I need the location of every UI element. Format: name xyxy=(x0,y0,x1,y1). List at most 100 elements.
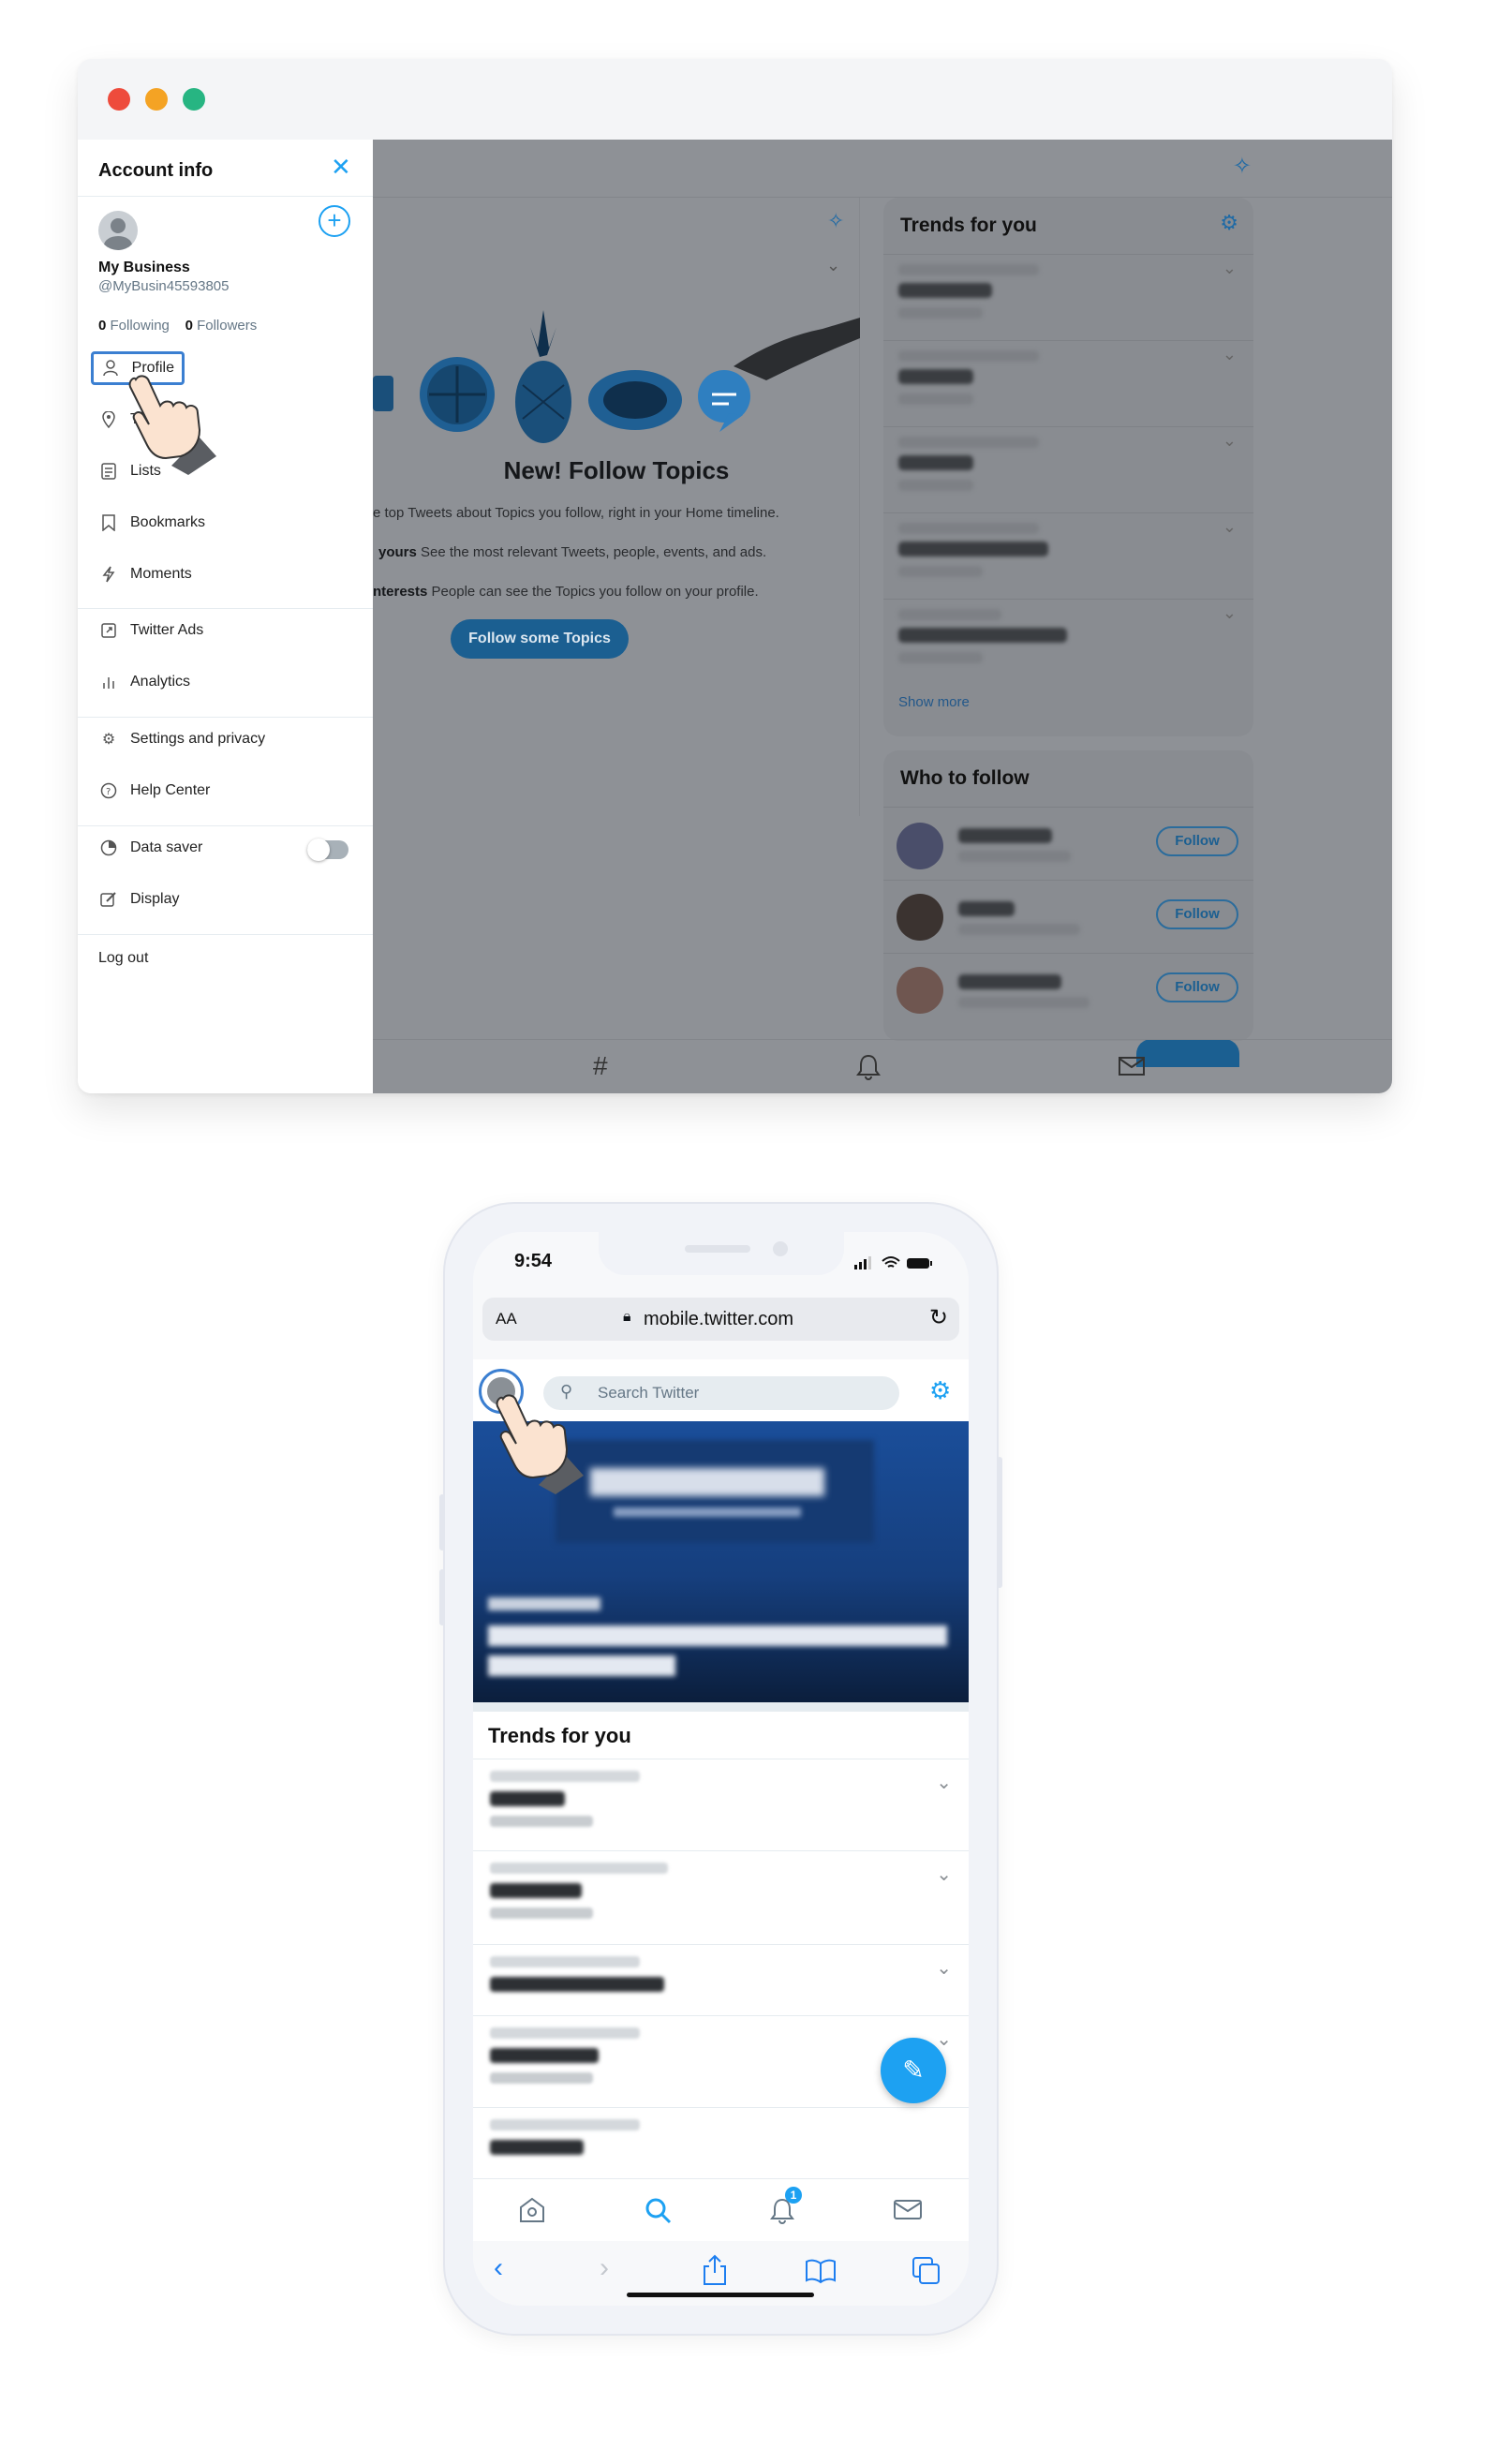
top-bar: ✧ xyxy=(373,140,1392,198)
power-button xyxy=(997,1457,1002,1588)
maximize-window-dot[interactable] xyxy=(183,88,205,111)
volume-button xyxy=(439,1569,445,1625)
chevron-down-icon[interactable]: ⌄ xyxy=(936,1771,952,1794)
sidebar-item-display[interactable]: Display xyxy=(98,883,179,916)
close-icon[interactable]: ✕ xyxy=(331,153,351,182)
display-icon xyxy=(98,889,119,910)
search-placeholder: Search Twitter xyxy=(598,1384,700,1402)
topics-feed: ✧ ⌄ New! Follow Topics e top Tweets abou… xyxy=(373,198,860,816)
sparkle-icon[interactable]: ✧ xyxy=(1233,153,1252,180)
lightning-icon xyxy=(98,564,119,585)
sparkle-icon[interactable]: ✧ xyxy=(827,209,844,233)
trend-item[interactable]: ⌄ xyxy=(883,426,1253,512)
search-icon[interactable] xyxy=(644,2196,672,2224)
gear-icon[interactable]: ⚙ xyxy=(929,1376,951,1405)
sidebar-item-help-center[interactable]: ? Help Center xyxy=(98,774,210,808)
trend-item[interactable]: ⌄ xyxy=(883,512,1253,599)
trend-item[interactable]: ⌄ xyxy=(473,1945,969,2016)
following-link[interactable]: Following xyxy=(111,318,170,334)
show-more-link[interactable]: Show more xyxy=(898,694,970,710)
sidebar-item-bookmarks[interactable]: Bookmarks xyxy=(98,506,205,540)
gear-icon: ⚙ xyxy=(101,732,116,748)
suggested-user[interactable]: Follow xyxy=(883,953,1253,1026)
chevron-down-icon[interactable]: ⌄ xyxy=(1223,603,1237,623)
gear-icon[interactable]: ⚙ xyxy=(1220,211,1238,235)
avatar xyxy=(897,967,943,1014)
trends-title: Trends for you xyxy=(900,215,1037,236)
list-icon xyxy=(98,461,119,482)
follow-button[interactable]: Follow xyxy=(1156,826,1238,856)
text-size-button[interactable]: AA xyxy=(496,1310,517,1328)
sidebar-item-data-saver[interactable]: Data saver xyxy=(98,831,202,865)
follow-button[interactable]: Follow xyxy=(1156,972,1238,1002)
svg-text:?: ? xyxy=(106,787,111,797)
person-icon xyxy=(101,358,121,379)
suggested-user[interactable]: Follow xyxy=(883,807,1253,880)
topics-title: New! Follow Topics xyxy=(503,456,730,484)
trend-item[interactable]: ⌄ xyxy=(473,1759,969,1851)
followers-link[interactable]: Followers xyxy=(197,318,257,334)
user-handle: @MyBusin45593805 xyxy=(98,278,230,294)
url-text[interactable]: mobile.twitter.com xyxy=(644,1309,793,1330)
avatar[interactable] xyxy=(98,211,138,250)
chevron-down-icon[interactable]: ⌄ xyxy=(1223,517,1237,537)
chevron-down-icon[interactable]: ⌄ xyxy=(936,1863,952,1886)
desktop-browser-window: ✧ ✧ ⌄ New! Follow Topics e top Tweets ab… xyxy=(78,59,1392,1093)
sidebar-item-moments[interactable]: Moments xyxy=(98,557,192,591)
trend-item[interactable]: ⌄ xyxy=(883,599,1253,685)
add-account-icon[interactable]: + xyxy=(319,205,350,237)
share-icon[interactable] xyxy=(702,2254,728,2286)
chevron-down-icon[interactable]: ⌄ xyxy=(826,256,840,275)
mail-icon[interactable] xyxy=(893,2198,923,2222)
compose-tweet-button[interactable]: ✎ xyxy=(881,2038,946,2103)
address-bar[interactable]: AA 🔒︎ mobile.twitter.com ↻ xyxy=(482,1298,959,1341)
chevron-down-icon[interactable]: ⌄ xyxy=(936,1956,952,1980)
external-icon xyxy=(98,620,119,641)
suggested-user[interactable]: Follow xyxy=(883,880,1253,953)
pointing-hand-icon xyxy=(496,1394,584,1494)
twitter-tab-bar: 1 xyxy=(473,2179,969,2241)
hashtag-icon[interactable]: # xyxy=(593,1051,608,1081)
who-to-follow-card: Who to follow Follow Follow Follow xyxy=(883,750,1253,1041)
status-time: 9:54 xyxy=(514,1251,553,1271)
follow-counts: 0 Following 0 Followers xyxy=(98,318,258,334)
trends-card: Trends for you ⚙ ⌄ ⌄ ⌄ ⌄ ⌄ Show more xyxy=(883,198,1253,736)
trend-item[interactable]: ⌄ xyxy=(883,254,1253,340)
mail-icon[interactable] xyxy=(1118,1055,1146,1077)
minimize-window-dot[interactable] xyxy=(145,88,168,111)
reload-icon[interactable]: ↻ xyxy=(929,1304,948,1331)
phone-mockup: 9:54 AA 🔒︎ mobile.twitter.com ↻ ⚲ Search… xyxy=(439,1202,1002,2336)
chevron-down-icon[interactable]: ⌄ xyxy=(1223,259,1237,278)
trends-title: Trends for you xyxy=(488,1724,631,1747)
pointing-hand-icon xyxy=(128,375,216,475)
data-saver-toggle[interactable] xyxy=(307,839,348,861)
chevron-down-icon[interactable]: ⌄ xyxy=(1223,431,1237,451)
forward-icon[interactable]: › xyxy=(600,2252,609,2284)
sidebar-item-twitter-ads[interactable]: Twitter Ads xyxy=(98,614,203,647)
close-window-dot[interactable] xyxy=(108,88,130,111)
trend-item[interactable]: ⌄ xyxy=(883,340,1253,426)
follow-some-topics-button[interactable]: Follow some Topics xyxy=(451,619,629,659)
chevron-down-icon[interactable]: ⌄ xyxy=(936,2027,952,2051)
search-input[interactable]: ⚲ Search Twitter xyxy=(543,1376,899,1410)
bar-chart-icon xyxy=(98,672,119,692)
home-icon[interactable] xyxy=(518,2196,546,2224)
account-info-title: Account info xyxy=(98,160,214,181)
logout-button[interactable]: Log out xyxy=(98,942,148,975)
bookmarks-icon[interactable] xyxy=(805,2258,837,2284)
back-icon[interactable]: ‹ xyxy=(494,2252,503,2284)
status-icons xyxy=(854,1256,932,1269)
tabs-icon[interactable] xyxy=(912,2256,941,2286)
sidebar-item-settings[interactable]: ⚙ Settings and privacy xyxy=(98,722,265,756)
trend-item[interactable]: ⌄ xyxy=(473,1851,969,1945)
data-saver-icon xyxy=(98,838,119,858)
help-icon: ? xyxy=(98,780,119,801)
chevron-down-icon[interactable]: ⌄ xyxy=(1223,345,1237,364)
phone-screen: 9:54 AA 🔒︎ mobile.twitter.com ↻ ⚲ Search… xyxy=(473,1232,969,2306)
right-column: Trends for you ⚙ ⌄ ⌄ ⌄ ⌄ ⌄ Show more Who… xyxy=(883,198,1258,1067)
follow-button[interactable]: Follow xyxy=(1156,899,1238,929)
trend-item[interactable] xyxy=(473,2108,969,2178)
bell-icon[interactable] xyxy=(855,1053,882,1081)
notification-badge: 1 xyxy=(785,2187,802,2204)
sidebar-item-analytics[interactable]: Analytics xyxy=(98,665,190,699)
